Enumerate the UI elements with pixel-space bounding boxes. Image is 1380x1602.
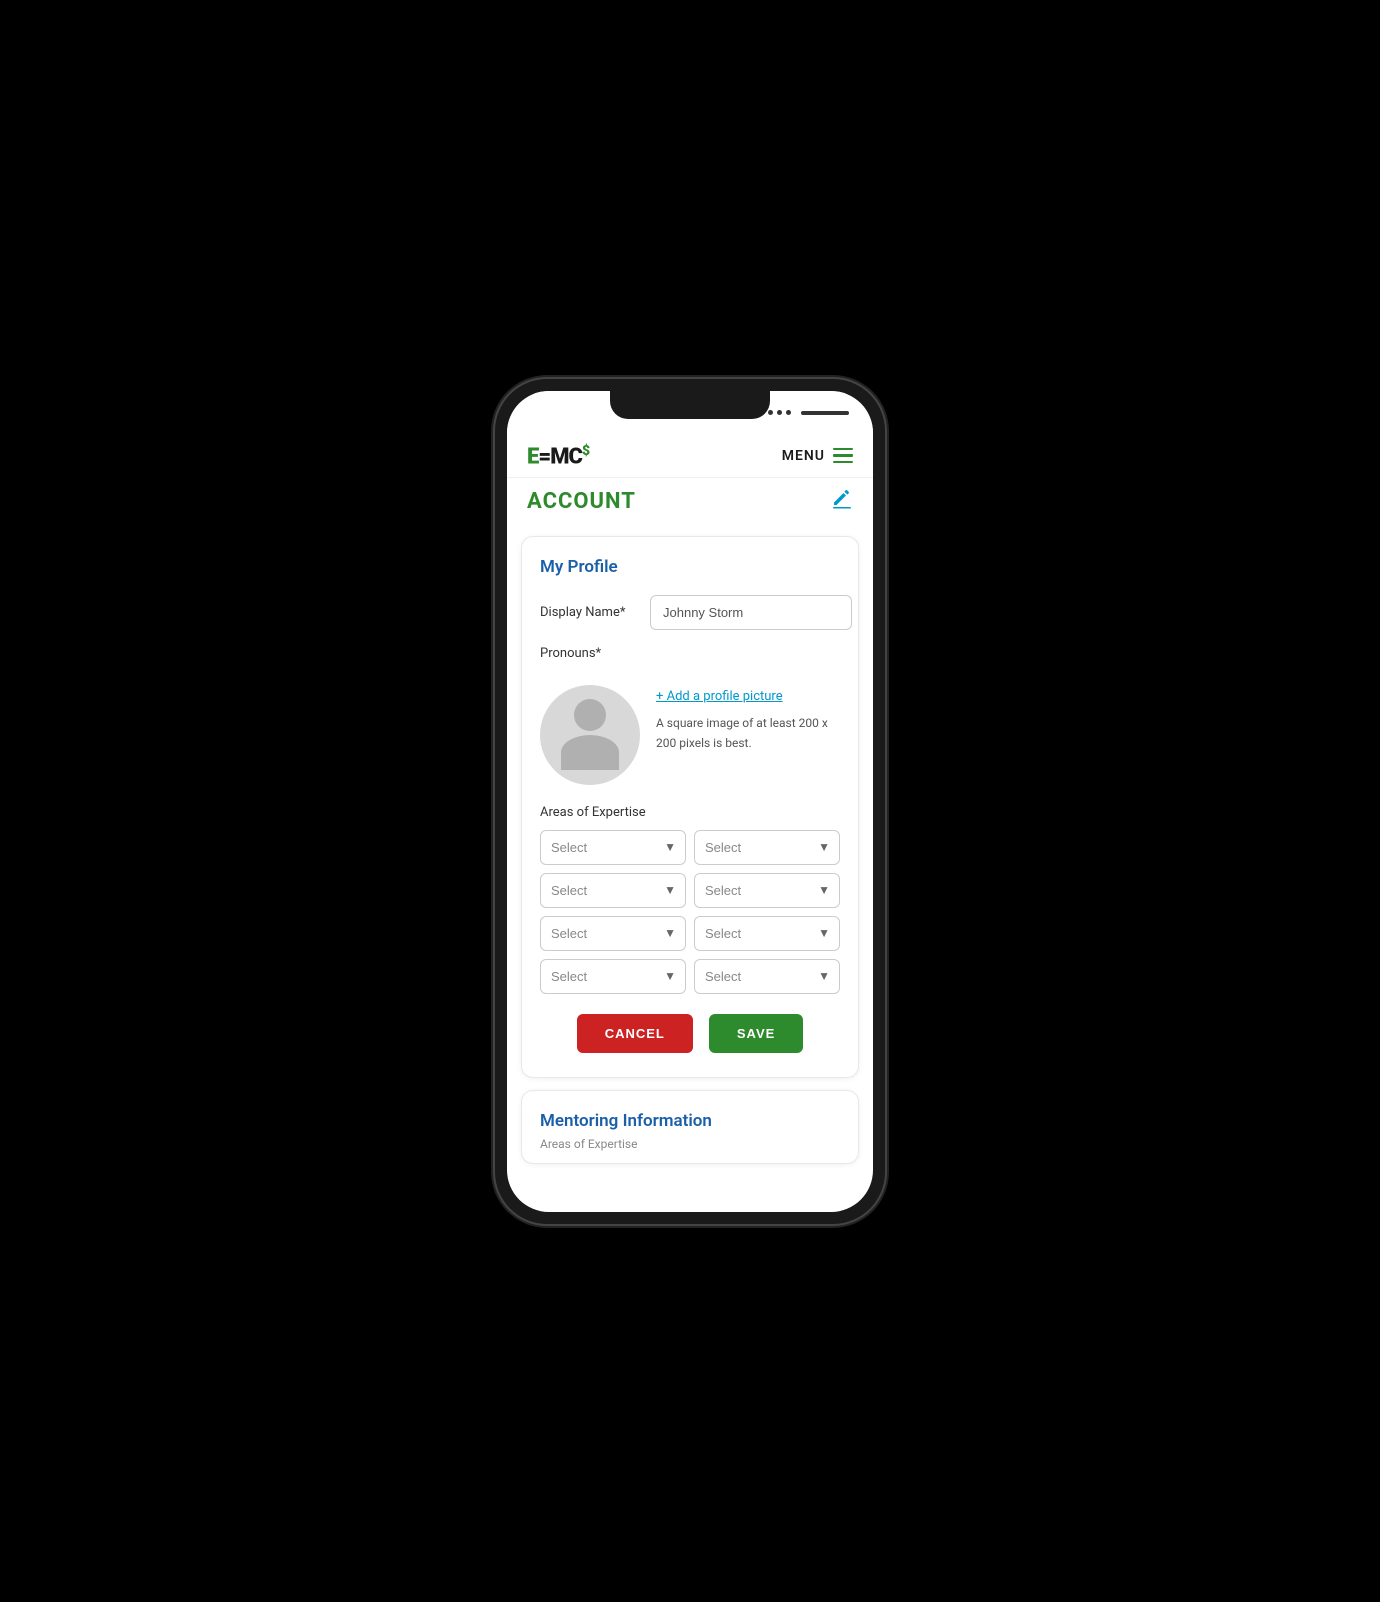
expertise-grid: Select ▼ Select ▼ bbox=[540, 830, 840, 994]
signal-dot bbox=[768, 410, 773, 415]
action-buttons: CANCEL SAVE bbox=[540, 1014, 840, 1057]
display-name-label: Display Name* bbox=[540, 605, 650, 620]
display-name-row: Display Name* bbox=[540, 595, 840, 630]
expertise-select-2: Select ▼ bbox=[694, 830, 840, 865]
scroll-content[interactable]: My Profile Display Name* Pronouns* bbox=[507, 526, 873, 1212]
profile-pic-section: + Add a profile picture A square image o… bbox=[540, 677, 840, 785]
expertise-dropdown-6[interactable]: Select bbox=[694, 916, 840, 951]
expertise-select-4: Select ▼ bbox=[694, 873, 840, 908]
expertise-dropdown-4[interactable]: Select bbox=[694, 873, 840, 908]
edit-icon[interactable] bbox=[831, 488, 853, 516]
expertise-select-8: Select ▼ bbox=[694, 959, 840, 994]
hamburger-line bbox=[833, 461, 853, 464]
battery-icon bbox=[801, 411, 849, 415]
logo-e: E bbox=[527, 444, 538, 469]
expertise-dropdown-7[interactable]: Select bbox=[540, 959, 686, 994]
save-button[interactable]: SAVE bbox=[709, 1014, 803, 1053]
phone-notch bbox=[610, 391, 770, 419]
cancel-button[interactable]: CANCEL bbox=[577, 1014, 693, 1053]
pronouns-row: Pronouns* bbox=[540, 646, 840, 661]
mentoring-card-subtitle: Areas of Expertise bbox=[540, 1137, 840, 1151]
profile-card: My Profile Display Name* Pronouns* bbox=[521, 536, 859, 1078]
expertise-dropdown-2[interactable]: Select bbox=[694, 830, 840, 865]
expertise-dropdown-8[interactable]: Select bbox=[694, 959, 840, 994]
signal-dot bbox=[786, 410, 791, 415]
add-profile-picture-link[interactable]: + Add a profile picture bbox=[656, 689, 840, 704]
mentoring-card-title: Mentoring Information bbox=[540, 1111, 840, 1131]
avatar-body bbox=[561, 735, 619, 770]
mentoring-card: Mentoring Information Areas of Expertise bbox=[521, 1090, 859, 1164]
expertise-dropdown-3[interactable]: Select bbox=[540, 873, 686, 908]
expertise-select-5: Select ▼ bbox=[540, 916, 686, 951]
hamburger-icon bbox=[833, 448, 853, 464]
pic-hint-text: A square image of at least 200 x 200 pix… bbox=[656, 716, 828, 750]
signal-dot bbox=[777, 410, 782, 415]
expertise-section: Areas of Expertise Select ▼ Select bbox=[540, 805, 840, 994]
logo-dollar: $ bbox=[582, 443, 589, 459]
top-nav: E=MC$ MENU bbox=[507, 435, 873, 478]
avatar-head bbox=[574, 699, 606, 731]
logo-mc: MC bbox=[550, 444, 582, 469]
app-logo: E=MC$ bbox=[527, 443, 589, 469]
avatar bbox=[540, 685, 640, 785]
profile-card-title: My Profile bbox=[540, 557, 840, 577]
expertise-select-3: Select ▼ bbox=[540, 873, 686, 908]
hamburger-line bbox=[833, 448, 853, 451]
page-title: ACCOUNT bbox=[527, 489, 636, 514]
expertise-select-7: Select ▼ bbox=[540, 959, 686, 994]
menu-button[interactable]: MENU bbox=[782, 448, 853, 464]
expertise-select-1: Select ▼ bbox=[540, 830, 686, 865]
expertise-dropdown-1[interactable]: Select bbox=[540, 830, 686, 865]
menu-label: MENU bbox=[782, 448, 825, 464]
pronouns-label: Pronouns* bbox=[540, 646, 650, 661]
expertise-select-6: Select ▼ bbox=[694, 916, 840, 951]
profile-pic-info: + Add a profile picture A square image o… bbox=[656, 685, 840, 752]
signal-dots bbox=[759, 410, 849, 415]
expertise-dropdown-5[interactable]: Select bbox=[540, 916, 686, 951]
logo-equals: = bbox=[538, 444, 550, 469]
hamburger-line bbox=[833, 454, 853, 457]
display-name-input[interactable] bbox=[650, 595, 852, 630]
page-header: ACCOUNT bbox=[507, 478, 873, 526]
expertise-label: Areas of Expertise bbox=[540, 805, 840, 820]
